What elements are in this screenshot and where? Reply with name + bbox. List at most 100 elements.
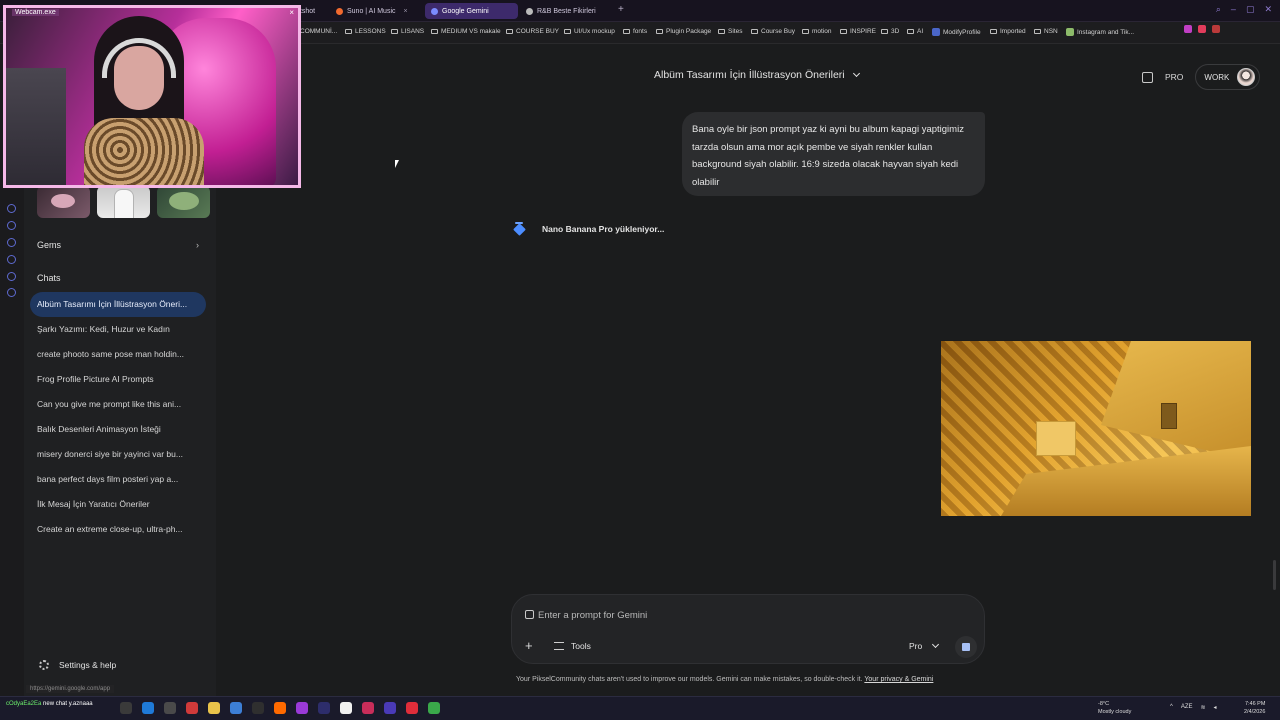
bookmark-folder[interactable]: LISANS: [391, 28, 424, 35]
app-icon[interactable]: [318, 702, 330, 714]
bookmark-folder[interactable]: AI: [907, 28, 923, 35]
chat-item[interactable]: bana perfect days film posteri yap a...: [30, 467, 206, 492]
chat-item[interactable]: İlk Mesaj İçin Yaratıcı Öneriler: [30, 492, 206, 517]
chat-item[interactable]: Frog Profile Picture AI Prompts: [30, 367, 206, 392]
bookmark-folder[interactable]: Plugin Package: [656, 28, 711, 35]
close-icon[interactable]: ✕: [1264, 4, 1272, 15]
conversation-title-button[interactable]: Albüm Tasarımı İçin İllüstrasyon Önerile…: [654, 69, 860, 81]
bookmark-folder[interactable]: Sites: [718, 28, 742, 35]
bookmark-folder[interactable]: MEDIUM VS makale: [431, 28, 501, 35]
input-language[interactable]: AZE: [1181, 704, 1193, 711]
app-icon[interactable]: [186, 702, 198, 714]
game-block: [1036, 421, 1076, 456]
gem-thumbnail[interactable]: [97, 186, 150, 218]
bookmark-folder[interactable]: COURSE BUY: [506, 28, 559, 35]
folder-icon: [623, 29, 630, 34]
tools-button[interactable]: Tools: [554, 641, 591, 651]
chevron-up-icon[interactable]: ^: [1170, 704, 1173, 711]
maximize-icon[interactable]: ▢: [1246, 4, 1255, 15]
app-icon[interactable]: [428, 702, 440, 714]
folder-icon[interactable]: [208, 702, 220, 714]
bookmark-label: fonts: [633, 28, 648, 35]
app-icon[interactable]: [274, 702, 286, 714]
folder-icon: [751, 29, 758, 34]
settings-label: Settings & help: [59, 660, 117, 670]
bookmark[interactable]: Instagram and Tik...: [1066, 28, 1134, 36]
stop-button[interactable]: [955, 636, 977, 658]
clock[interactable]: 7:46 PM 2/4/2026: [1244, 700, 1265, 716]
bookmark-folder[interactable]: fonts: [623, 28, 647, 35]
browser-icon[interactable]: [142, 702, 154, 714]
app-icon[interactable]: [384, 702, 396, 714]
bookmark-folder[interactable]: Course Buy: [751, 28, 795, 35]
app-icon[interactable]: [252, 702, 264, 714]
browser-tab-rnb[interactable]: R&B Beste Fikirleri: [520, 3, 602, 19]
chat-item[interactable]: Create an extreme close-up, ultra-ph...: [30, 517, 206, 542]
model-selector[interactable]: Pro: [909, 640, 940, 651]
chat-item[interactable]: Balık Desenleri Animasyon İsteği: [30, 417, 206, 442]
extension-icon[interactable]: [1184, 25, 1192, 33]
bookmark-folder[interactable]: INSPIRE: [840, 28, 876, 35]
minimize-icon[interactable]: –: [1231, 4, 1236, 15]
extension-icon[interactable]: [1198, 25, 1206, 33]
bookmark-folder[interactable]: LESSONS: [345, 28, 386, 35]
bookmark-folder[interactable]: Imported: [990, 28, 1026, 35]
new-tab-button[interactable]: +: [618, 4, 624, 15]
suno-icon: [336, 7, 343, 15]
disclaimer: Your PikselCommunity chats aren't used t…: [516, 676, 933, 683]
app-icon[interactable]: [120, 702, 132, 714]
search-icon[interactable]: ⌕: [1216, 4, 1221, 15]
share-icon[interactable]: [1142, 71, 1153, 83]
scrollbar[interactable]: [1273, 560, 1276, 590]
close-icon[interactable]: ×: [404, 8, 408, 15]
chat-item[interactable]: Şarkı Yazımı: Kedi, Huzur ve Kadın: [30, 317, 206, 342]
app-icon[interactable]: [340, 702, 352, 714]
browser-tab-gemini[interactable]: Google Gemini: [425, 3, 518, 19]
browser-tab-suno[interactable]: Suno | AI Music ×: [330, 3, 414, 19]
chat-item[interactable]: misery donerci siye bir yayinci var bu..…: [30, 442, 206, 467]
account-switcher[interactable]: WORK: [1195, 64, 1261, 90]
clock-icon[interactable]: [7, 238, 16, 247]
bookmark[interactable]: COMMUNİ...: [300, 28, 337, 35]
volume-icon[interactable]: ◂: [1214, 704, 1217, 711]
gem-thumbnail[interactable]: [157, 186, 210, 218]
bookmark-folder[interactable]: NSN: [1034, 28, 1058, 35]
system-tray: ^ AZE ≋ ◂: [1170, 704, 1217, 711]
gems-row[interactable]: Gems ›: [37, 240, 199, 250]
status-url: https://gemini.google.com/app: [26, 685, 115, 693]
app-icon[interactable]: [230, 702, 242, 714]
bookmark[interactable]: ModifyProfile: [932, 28, 981, 36]
gem-thumbnail[interactable]: [37, 186, 90, 218]
bookmark-folder[interactable]: UI/Ux mockup: [564, 28, 615, 35]
close-icon[interactable]: ×: [289, 8, 294, 17]
bookmark-label: motion: [812, 28, 832, 35]
app-icon[interactable]: [406, 702, 418, 714]
cube-icon[interactable]: [7, 272, 16, 281]
app-icon[interactable]: [164, 702, 176, 714]
add-attachment-button[interactable]: +: [525, 638, 533, 653]
bookmark-folder[interactable]: motion: [802, 28, 832, 35]
bookmark-label: MEDIUM VS makale: [441, 28, 501, 35]
wifi-icon[interactable]: ≋: [1201, 704, 1206, 711]
disclaimer-text: Your PikselCommunity chats aren't used t…: [516, 676, 865, 683]
chat-item-active[interactable]: Albüm Tasarımı İçin İllüstrasyon Öneri..…: [30, 292, 206, 317]
heart-icon[interactable]: [7, 221, 16, 230]
bookmark-folder[interactable]: 3D: [881, 28, 899, 35]
weather-widget[interactable]: -8°C Mostly cloudy: [1098, 700, 1131, 716]
gear-icon[interactable]: [7, 288, 16, 297]
history-icon[interactable]: [7, 204, 16, 213]
prompt-input[interactable]: [538, 608, 958, 622]
bookmark-label: LISANS: [401, 28, 425, 35]
bookmark-label: COURSE BUY: [516, 28, 559, 35]
privacy-link[interactable]: Your privacy & Gemini: [864, 676, 933, 683]
settings-help-button[interactable]: Settings & help: [39, 660, 116, 670]
chat-item[interactable]: create phooto same pose man holdin...: [30, 342, 206, 367]
chat-item[interactable]: Can you give me prompt like this ani...: [30, 392, 206, 417]
window-controls: ⌕ – ▢ ✕: [1216, 4, 1272, 15]
extension-icon[interactable]: [1212, 25, 1220, 33]
clock-date: 2/4/2026: [1244, 709, 1266, 715]
app-icon[interactable]: [296, 702, 308, 714]
app-icon[interactable]: [362, 702, 374, 714]
workspace-label: WORK: [1204, 72, 1230, 82]
download-icon[interactable]: [7, 255, 16, 264]
